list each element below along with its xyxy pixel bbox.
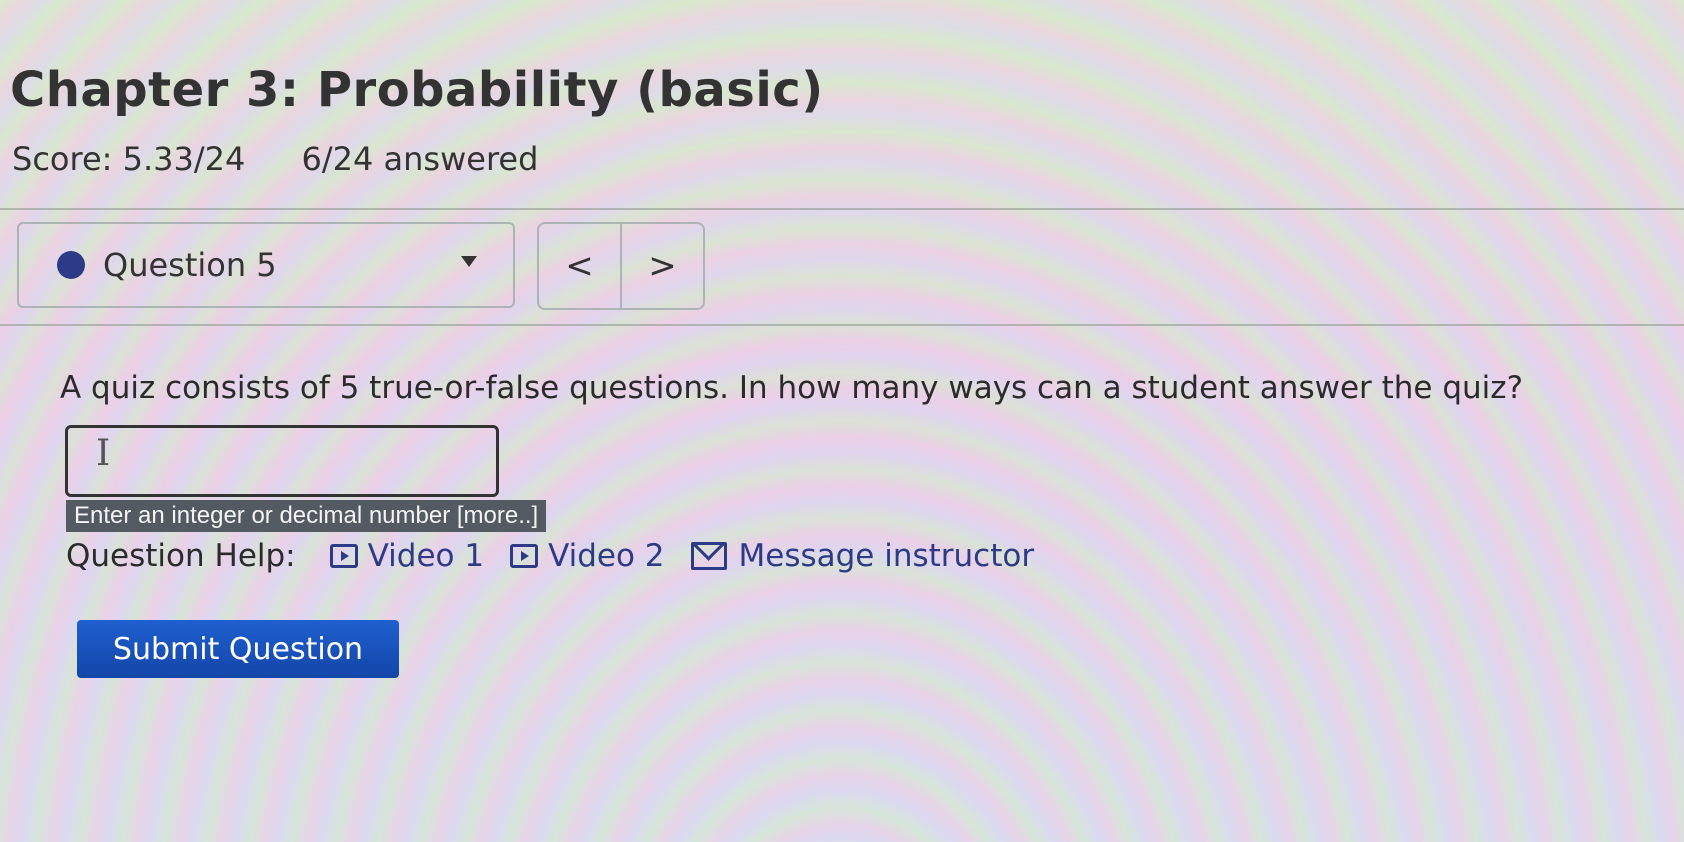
message-instructor-label: Message instructor: [738, 538, 1035, 574]
message-instructor-link[interactable]: Message instructor: [690, 538, 1035, 574]
dropdown-caret-icon: [461, 256, 477, 267]
divider-bottom: [0, 324, 1684, 326]
video-play-icon: [329, 544, 358, 568]
question-help-row: Question Help: Video 1 Video 2 Message i…: [66, 538, 1060, 574]
answer-input[interactable]: [65, 425, 499, 497]
score-text: Score: 5.33/24: [12, 140, 246, 178]
answered-count: 6/24 answered: [301, 140, 539, 178]
question-help-label: Question Help:: [66, 538, 296, 574]
next-question-button[interactable]: >: [622, 224, 703, 308]
video-1-link[interactable]: Video 1: [329, 538, 485, 574]
hint-text: Enter an integer or decimal number: [74, 502, 451, 529]
hint-more-link[interactable]: [more..]: [457, 502, 538, 529]
video-1-label: Video 1: [367, 538, 485, 574]
video-2-link[interactable]: Video 2: [510, 538, 665, 574]
submit-question-button[interactable]: Submit Question: [77, 620, 399, 678]
question-prompt: A quiz consists of 5 true-or-false quest…: [60, 370, 1524, 406]
answer-format-hint: Enter an integer or decimal number [more…: [66, 500, 547, 532]
video-2-label: Video 2: [548, 538, 665, 574]
divider-top: [0, 208, 1684, 210]
question-selector-label: Question 5: [103, 246, 277, 284]
page-title: Chapter 3: Probability (basic): [10, 62, 824, 118]
video-play-icon: [510, 544, 539, 568]
score-line: Score: 5.33/24 6/24 answered: [12, 140, 538, 178]
question-nav-group: < >: [537, 222, 705, 310]
previous-question-button[interactable]: <: [539, 224, 622, 308]
envelope-icon: [690, 542, 727, 570]
question-status-dot-icon: [57, 251, 85, 279]
text-cursor-icon: I: [96, 433, 111, 474]
question-selector[interactable]: Question 5: [17, 222, 515, 308]
